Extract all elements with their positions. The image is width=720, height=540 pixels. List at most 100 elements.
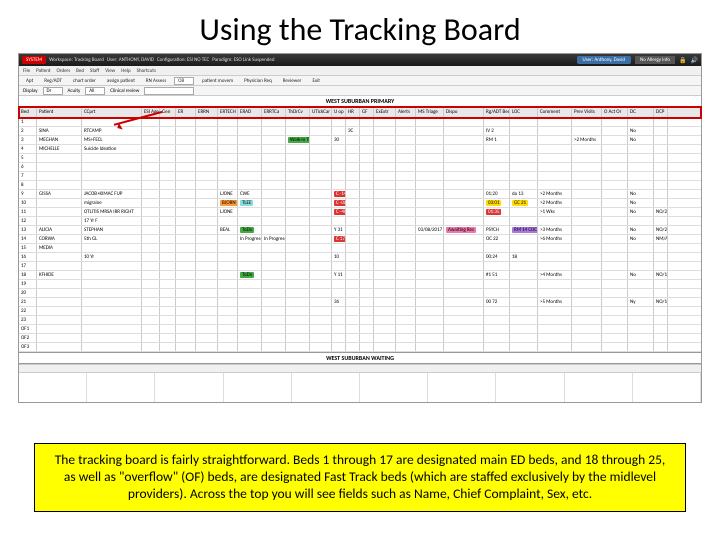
cell-prev [572,235,602,243]
col-header[interactable]: Dispo [444,107,484,117]
table-row[interactable]: 11OTLITIS MRSA IRR RIGHTLJONEC -4001:35>… [19,208,701,217]
table-row[interactable]: 8 [19,181,701,190]
col-header[interactable]: ER [176,107,196,117]
system-button[interactable]: SYSTEM [22,56,46,64]
col-header[interactable]: ERRTCa [262,107,286,117]
table-row[interactable]: 23 [19,316,701,325]
table-row[interactable]: 2SINARTCAMP3CIV 2No [19,127,701,136]
table-row[interactable]: 20 [19,289,701,298]
cell-utick [310,136,332,144]
cell-triage [416,154,444,162]
table-row[interactable]: 1 [19,118,701,127]
col-header[interactable]: MS Triage [416,107,444,117]
cell-thdrcv [286,271,310,279]
menu-patient[interactable]: Patient [36,68,50,74]
table-row[interactable]: 4MICHELLESuicide Ideation [19,145,701,154]
btn-regadt[interactable]: Reg/ADT [41,78,65,84]
table-row[interactable]: 13ALICIASTEPHANBEALToDoY 3103/08/2017 12… [19,226,701,235]
cell-dc [628,163,654,171]
col-header[interactable]: UTickCar [310,107,332,117]
table-row[interactable]: 15MEDIA [19,244,701,253]
table-row[interactable]: 1610 Yr1000:2418 [19,253,701,262]
col-header[interactable]: Gen [160,107,176,117]
cell-loc [510,172,538,180]
cell-age [160,280,176,288]
col-header[interactable]: Prev Visits [572,107,602,117]
col-header[interactable]: HR [346,107,360,117]
col-header[interactable]: ThDrCv [286,107,310,117]
btn-exit[interactable]: Exit [309,78,322,84]
menu-help[interactable]: Help [121,68,130,74]
col-header[interactable]: Patient [37,107,82,117]
cell-erad [262,325,286,333]
table-row[interactable]: 7 [19,172,701,181]
menu-view[interactable]: View [105,68,115,74]
clinical-select[interactable] [144,87,194,95]
col-header[interactable]: O Act Or [602,107,628,117]
acuity-select[interactable]: All [85,87,105,95]
cell-alerts [396,118,416,126]
col-header[interactable]: CCprt [82,107,142,117]
col-header[interactable]: ExExtr [374,107,396,117]
table-row[interactable]: 14CORWA5th GLIn ProgressIn ProgressC 17O… [19,235,701,244]
table-row[interactable]: 22 [19,307,701,316]
menu-staff[interactable]: Staff [90,68,99,74]
lock-icon[interactable]: 🔒 [679,56,686,64]
cell-triage [416,253,444,261]
btn-assign-patient[interactable]: assign patient [104,78,138,84]
col-header[interactable]: Alerts [396,107,416,117]
cell-uop: Y 11 [332,271,346,279]
cell-uop [332,343,346,351]
table-row[interactable]: 19 [19,280,701,289]
btn-apt[interactable]: Apt [23,78,36,84]
col-header[interactable]: GF [360,107,374,117]
col-header[interactable]: Rg/ADT Bed [484,107,510,117]
table-row[interactable]: 213600 72>5 MonthsNyNO/1 [19,298,701,307]
btn-reviewer[interactable]: Reviewer [280,78,305,84]
table-row[interactable]: 3MEGHANMS+FECLWalk-in Transport30RM 1>2 … [19,136,701,145]
menu-orders[interactable]: Orders [56,68,70,74]
col-header[interactable]: LOC [510,107,538,117]
col-header[interactable]: ERTECH [218,107,238,117]
table-row[interactable]: 9GISSAJACOB+KIMAC FUPLJONECWEC -1401:20d… [19,190,701,199]
col-header[interactable]: Bed [19,107,37,117]
table-row[interactable]: 6 [19,163,701,172]
table-row[interactable]: 18KFHIDEToDoY 11#1 51>4 MonthsNoNO/1 [19,271,701,280]
cell-thdrcv [286,334,310,342]
table-row[interactable]: OF2 [19,334,701,343]
cell-patient [37,118,82,126]
col-header[interactable]: ESI Age [142,107,160,117]
menu-file[interactable]: File [23,68,30,74]
cell-hr [346,208,360,216]
col-header[interactable]: ERRN [196,107,218,117]
cell-oact [602,226,628,234]
cell-esi [142,334,160,342]
ob-field[interactable]: OB [174,77,194,85]
btn-chart-order[interactable]: chart order [70,78,99,84]
btn-patient-movem[interactable]: patient movem [199,78,236,84]
col-header[interactable]: DCP [654,107,668,117]
user-pill[interactable]: User: Anthony, David [577,56,632,64]
cell-er [196,325,218,333]
col-header[interactable]: U op lev [332,107,346,117]
cell-triage [416,163,444,171]
table-row[interactable]: 17 [19,262,701,271]
cell-triage [416,271,444,279]
col-header[interactable]: Comment [538,107,572,117]
table-row[interactable]: 1217 Yr F [19,217,701,226]
speaker-icon[interactable]: 🔊 [691,56,698,64]
cell-uop [332,334,346,342]
display-select[interactable]: Dr [43,87,63,95]
menu-shortcuts[interactable]: Shortcuts [137,68,156,74]
table-row[interactable]: 5 [19,154,701,163]
col-header[interactable]: ERAD [238,107,262,117]
cell-uop: 36 [332,298,346,306]
col-header[interactable]: DC [628,107,654,117]
table-row[interactable]: OF1 [19,325,701,334]
btn-physician-req[interactable]: Physician Req [241,78,275,84]
table-row[interactable]: OF3 [19,343,701,352]
table-row[interactable]: 10migraineBJORNTLEEC -0603:01GC 21>2 Mon… [19,199,701,208]
cell-patient: GISSA [37,190,82,198]
menu-bed[interactable]: Bed [76,68,84,74]
btn-rn-assess[interactable]: RN Assess [143,78,169,84]
